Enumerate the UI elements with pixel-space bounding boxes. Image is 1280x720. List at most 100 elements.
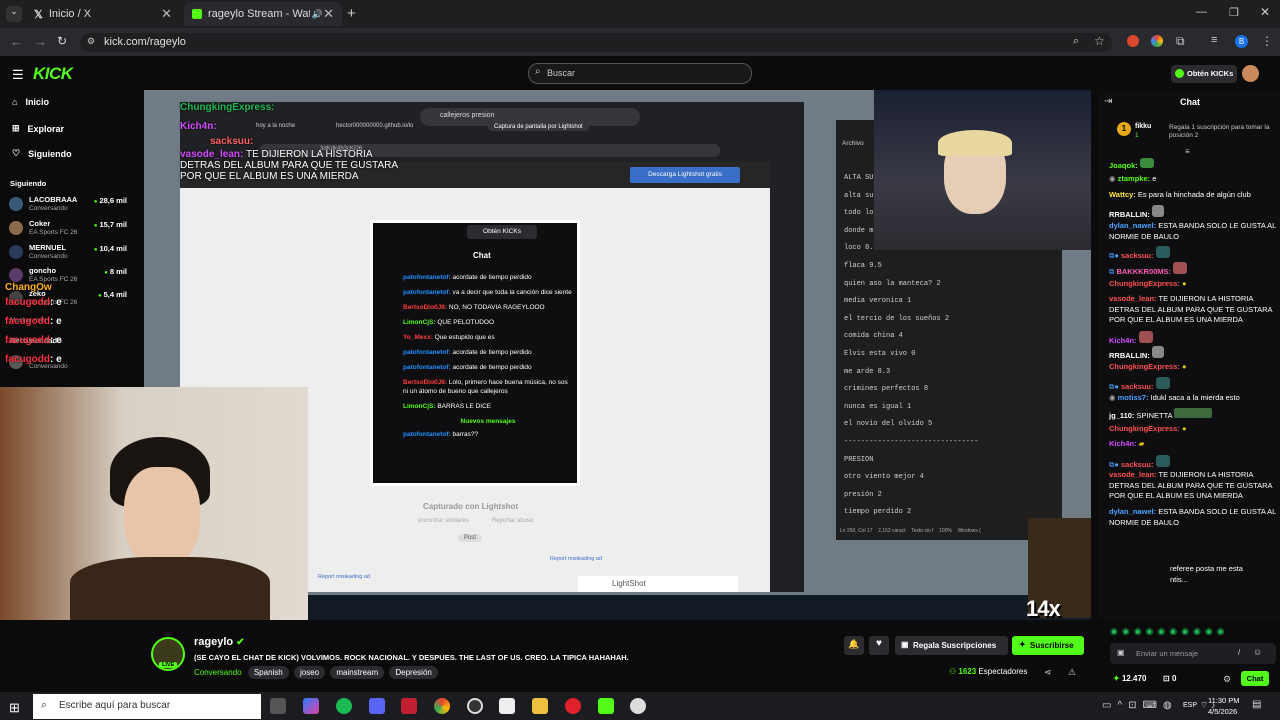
kick-app-icon[interactable] xyxy=(598,698,614,714)
task-view-icon[interactable] xyxy=(270,698,286,714)
badge-icon: ⧉ xyxy=(1109,267,1115,276)
kicks-balance[interactable]: ✦ 12.470 xyxy=(1113,674,1146,683)
app-icon[interactable] xyxy=(630,698,646,714)
chat-message: Kich4n: ▰ xyxy=(1109,439,1145,448)
pinned-count: 1 xyxy=(1135,132,1139,139)
inner-chat-line: BertsoDio0J8: Lolo, primero hace buena m… xyxy=(403,379,568,395)
hamburger-menu-icon[interactable]: ☰ xyxy=(12,67,24,83)
nav-label: Siguiendo xyxy=(28,148,72,159)
user-avatar[interactable] xyxy=(1242,65,1259,82)
window-close-icon[interactable]: ✕ xyxy=(1260,5,1270,19)
restore-icon[interactable]: ❐ xyxy=(1229,6,1239,19)
nav-siguiendo[interactable]: ♡ Siguiendo xyxy=(12,148,72,159)
stream-category[interactable]: Conversando xyxy=(194,668,242,677)
tab-list-icon[interactable]: ⌄ xyxy=(6,6,22,22)
speaker-icon[interactable]: 🔊 xyxy=(312,9,323,20)
input-language[interactable]: ESP xyxy=(1183,702,1197,709)
browser-menu-icon[interactable]: ⋮ xyxy=(1261,34,1273,48)
chat-settings-icon[interactable]: ⚙ xyxy=(1223,674,1231,685)
nav-inicio[interactable]: ⌂ Inicio xyxy=(12,97,49,107)
channel-name[interactable]: rageylo xyxy=(194,636,233,648)
forward-icon[interactable]: → xyxy=(34,34,47,49)
tag[interactable]: joseo xyxy=(293,666,326,679)
star-icon: ✦ xyxy=(1019,640,1026,649)
close-icon[interactable]: ✕ xyxy=(161,6,172,22)
emote-bar[interactable]: ◉◉◉◉◉◉◉◉◉◉ xyxy=(1110,626,1276,638)
new-tab-button[interactable]: + xyxy=(347,5,356,22)
tag[interactable]: mainstream xyxy=(330,666,385,679)
inner-chat-line: patofontanetof: barras?? xyxy=(403,431,479,438)
inner-chat-line: patofontanetof: acordate de tiempo perdi… xyxy=(403,349,532,356)
close-icon[interactable]: ✕ xyxy=(323,6,334,22)
collapse-chat-icon[interactable]: ⇥ xyxy=(1104,96,1112,107)
badge-icon: ◉ xyxy=(1109,393,1116,402)
points-count: 0 xyxy=(1171,674,1177,683)
extensions-puzzle-icon[interactable]: ⧉ xyxy=(1176,34,1185,49)
capcut-icon[interactable] xyxy=(499,698,515,714)
obs-icon[interactable] xyxy=(467,698,483,714)
overlay-user: facugodd xyxy=(5,297,50,308)
share-icon[interactable]: ⋖ xyxy=(1044,667,1052,678)
inner-get-kicks: Obtén KICKs xyxy=(467,225,537,239)
nav-label: Explorar xyxy=(27,123,65,134)
chat-scroll-icon[interactable]: ≡ xyxy=(1185,147,1190,156)
follow-heart-button[interactable]: ♥ xyxy=(869,636,889,655)
address-bar[interactable]: kick.com/rageylo xyxy=(80,33,1112,52)
search-input[interactable]: Buscar xyxy=(528,63,752,84)
emote-icon xyxy=(1151,346,1164,358)
system-tray[interactable]: ▭^⊡⌨◍ xyxy=(1102,700,1178,711)
emoji-icon[interactable]: ☺ xyxy=(1253,647,1262,657)
clock-date[interactable]: 4/5/2026 xyxy=(1208,707,1237,716)
notifications-button[interactable]: 🔔 xyxy=(844,636,864,655)
kick-favicon-icon xyxy=(192,9,202,19)
bookmark-star-icon[interactable]: ☆ xyxy=(1094,34,1105,48)
reload-icon[interactable]: ↻ xyxy=(57,34,67,48)
chat-message: vasode_lean: TE DIJIERON LA HISTORIA DET… xyxy=(1109,470,1273,500)
search-icon: ⌕ xyxy=(535,66,541,77)
send-chat-button[interactable]: Chat xyxy=(1241,671,1269,686)
tab-x[interactable]: 𝕏 Inicio / X ✕ xyxy=(26,2,180,26)
file-explorer-icon[interactable] xyxy=(532,698,548,714)
gift-subs-button[interactable]: ▣ Regala Suscripciones xyxy=(895,636,1008,655)
following-item[interactable]: CokerEA Sports FC 26 15,7 mil xyxy=(9,218,131,240)
get-kicks-button[interactable]: Obtén KICKs xyxy=(1171,65,1237,83)
windows-start-icon[interactable]: ⊞ xyxy=(9,700,20,716)
tag[interactable]: Spanish xyxy=(247,666,289,679)
opera-icon[interactable] xyxy=(565,698,581,714)
notifications-icon[interactable]: ▤ xyxy=(1252,699,1261,710)
clock-time[interactable]: 11:30 PM xyxy=(1208,696,1240,705)
kick-logo[interactable]: KICK xyxy=(33,64,73,84)
voicemod-icon[interactable] xyxy=(401,698,417,714)
command-icon[interactable]: / xyxy=(1238,648,1240,657)
emote-icon xyxy=(1155,455,1170,467)
discord-icon[interactable] xyxy=(369,698,385,714)
subscribe-button[interactable]: ✦ Suscribirse xyxy=(1012,636,1084,655)
following-item[interactable]: MERNUELConversando 10,4 mil xyxy=(9,242,131,264)
spotify-icon[interactable] xyxy=(336,698,352,714)
chrome-icon[interactable] xyxy=(434,698,450,714)
profile-avatar[interactable]: B xyxy=(1235,35,1248,48)
tab-kick[interactable]: rageylo Stream - Watch Live 🔊 ✕ xyxy=(184,2,342,26)
chat-gift-icon[interactable]: ▣ xyxy=(1117,648,1125,657)
gift-icon: ▣ xyxy=(901,640,909,649)
minimize-icon[interactable]: — xyxy=(1196,6,1207,18)
overlay-user: Kich4n: xyxy=(180,121,217,132)
taskbar-search[interactable]: ⌕ Escribe aquí para buscar xyxy=(33,694,261,719)
extension-icon[interactable] xyxy=(1127,35,1139,47)
zoom-icon[interactable]: ⌕ xyxy=(1073,35,1079,48)
channel-category: EA Sports FC 26 xyxy=(29,229,78,236)
copilot-icon[interactable] xyxy=(303,698,319,714)
back-icon[interactable]: ← xyxy=(10,34,23,49)
report-icon[interactable]: ⚠ xyxy=(1068,667,1076,678)
points-balance[interactable]: ⊡ 0 xyxy=(1163,674,1176,683)
nav-explorar[interactable]: ⊞ Explorar xyxy=(12,123,64,134)
media-control-icon[interactable]: ≡ xyxy=(1211,34,1217,46)
following-item[interactable]: LACOBRAAAConversando 28,6 mil xyxy=(9,194,131,216)
taskbar-search-placeholder: Escribe aquí para buscar xyxy=(59,700,171,711)
taskbar-search-icon: ⌕ xyxy=(41,699,48,711)
inner-chat-line: LimonCjS: BARRAS LE DICE xyxy=(403,403,492,410)
site-info-icon[interactable]: ⚙ xyxy=(87,36,95,47)
tag[interactable]: Depresión xyxy=(389,666,438,679)
extension-color-icon[interactable] xyxy=(1151,35,1163,47)
chat-input[interactable]: Enviar un mensaje xyxy=(1110,643,1276,664)
